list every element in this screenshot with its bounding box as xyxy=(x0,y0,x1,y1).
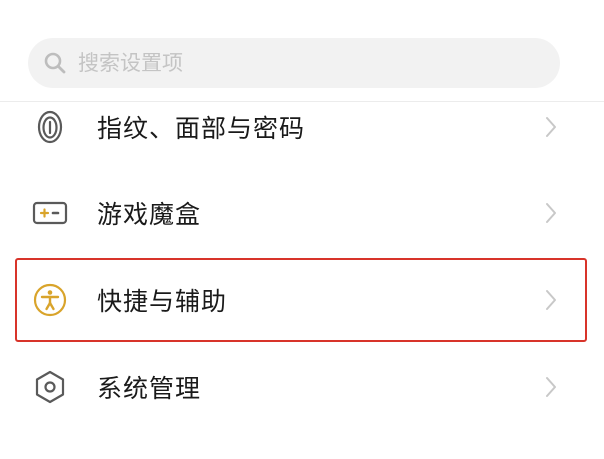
search-input[interactable] xyxy=(78,51,518,75)
settings-item-fingerprint[interactable]: 指纹、面部与密码 xyxy=(0,85,604,169)
settings-item-system-management[interactable]: 系统管理 xyxy=(0,345,604,429)
chevron-right-icon xyxy=(542,374,560,400)
chevron-right-icon xyxy=(542,200,560,226)
settings-item-label: 快捷与辅助 xyxy=(97,287,228,316)
system-management-icon xyxy=(30,367,70,407)
settings-item-shortcuts-accessibility[interactable]: 快捷与辅助 xyxy=(0,258,604,342)
game-box-icon xyxy=(30,193,70,233)
fingerprint-icon xyxy=(30,107,70,147)
chevron-right-icon xyxy=(542,114,560,140)
settings-item-label: 指纹、面部与密码 xyxy=(97,114,306,143)
search-bar[interactable] xyxy=(28,38,560,88)
settings-item-label: 游戏魔盒 xyxy=(97,200,202,229)
search-icon xyxy=(42,50,68,76)
accessibility-icon xyxy=(30,280,70,320)
settings-item-game-box[interactable]: 游戏魔盒 xyxy=(0,171,604,255)
chevron-right-icon xyxy=(542,287,560,313)
settings-item-label: 系统管理 xyxy=(97,374,202,403)
